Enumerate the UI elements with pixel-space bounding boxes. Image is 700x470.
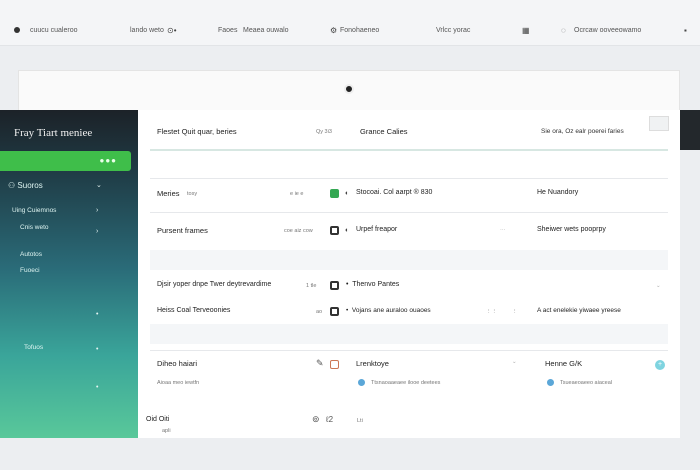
row3-mid[interactable]: • Thenvo Pantes (346, 281, 399, 288)
toggle-icon[interactable]: ⊙• (167, 26, 177, 35)
row2-more-icon[interactable]: ⋯ (500, 228, 506, 234)
card3-sub: Tsueaeoaeeo aiaceal (560, 380, 612, 386)
footer-mid: Lti (357, 418, 363, 424)
edit-icon[interactable]: ✎ (316, 358, 324, 369)
card1-checkbox[interactable] (330, 360, 339, 369)
row2-info-icon: ◐ (345, 227, 350, 234)
card1-title[interactable]: Diheo haiari (157, 359, 197, 368)
row2-checkbox[interactable] (330, 226, 339, 235)
toolbar-item-5[interactable]: Fonohaeneo (340, 27, 379, 34)
row4-drag-icon[interactable]: ⋮ (512, 309, 518, 315)
row1-right[interactable]: He Nuandory (537, 189, 578, 196)
sidebar-item-3[interactable]: Autotos (20, 251, 42, 258)
row3-chevron-icon[interactable]: ⌄ (656, 283, 661, 289)
sidebar: Fray Tiart meniee ●●● ⚇ Suoros ⌄ Uing Cu… (0, 110, 138, 438)
footer-left-sub: apli (162, 428, 171, 434)
row2-meta: coe aiz cow (284, 228, 313, 234)
sidebar-item-2[interactable]: Cnis weto (20, 224, 49, 231)
section-divider (150, 350, 668, 351)
main-content (138, 110, 680, 438)
card2-title[interactable]: Lrenktoye (356, 359, 389, 368)
row3-checkbox[interactable] (330, 281, 339, 290)
toolbar-item-4[interactable]: Meaea ouwalo (243, 27, 289, 34)
header-col1[interactable]: Flestet Quit quar, beries (157, 127, 237, 136)
toolbar-item-3[interactable]: Faoes (218, 27, 237, 34)
toolbar-item-7[interactable]: Ocrcaw ooveeowamo (574, 27, 641, 34)
more-icon[interactable]: ▪ (684, 26, 687, 35)
card2-more-icon[interactable]: ⌄ (512, 359, 517, 365)
row3-title[interactable]: Djsir yoper dnpe Twer deytrevardime (157, 281, 271, 288)
row4-more-icon[interactable]: ⋮⋮ (486, 309, 497, 315)
card1-sub: Aioaa meo iewtfn (157, 380, 200, 386)
row1-meta: e ie e (290, 191, 304, 197)
row4-meta: ao (316, 309, 323, 315)
toolbar-item-1[interactable]: cuucu cualeroo (30, 27, 77, 34)
window-edge (680, 110, 700, 150)
more-dots-icon[interactable]: ●●● (100, 156, 118, 165)
window-chrome (18, 70, 680, 110)
row3-meta: 1 tle (306, 283, 317, 289)
add-button[interactable]: + (655, 360, 665, 370)
top-toolbar: cuucu cualeroo lando weto ⊙• Faoes Meaea… (0, 0, 700, 46)
row1-info-icon: ◐ (345, 190, 350, 197)
row1-mid[interactable]: Stocoai. Col aarpt ® 830 (356, 189, 432, 196)
card2-sub: Ttsnaoaaeaee ilooe deetees (371, 380, 441, 386)
empty-row (150, 324, 668, 344)
sidebar-item-4[interactable]: Fuoeci (20, 267, 40, 274)
header-col2[interactable]: Grance Calies (360, 127, 408, 136)
thumbnail-icon[interactable] (649, 116, 669, 131)
record-dot-icon[interactable] (344, 84, 354, 94)
grid-icon[interactable]: ▦ (522, 26, 530, 35)
row1-checkbox[interactable] (330, 189, 339, 198)
row-divider (150, 212, 668, 213)
header-col3[interactable]: Sie ora, Oz ealr poerei faries (541, 128, 624, 135)
row2-right[interactable]: Sheiwer wets pooprpy (537, 226, 606, 233)
row-divider (150, 178, 668, 179)
header-divider (150, 149, 668, 151)
card2-bullet-icon (358, 379, 365, 386)
row4-title[interactable]: Heiss Coal Terveoonies (157, 307, 230, 314)
settings-icon[interactable]: ⚙ (330, 26, 337, 35)
dot-indicator-icon: • (96, 311, 99, 318)
card3-bullet-icon (547, 379, 554, 386)
sidebar-title: Fray Tiart meniee (14, 127, 93, 139)
pin-icon[interactable]: ◌ (561, 26, 566, 35)
row1-title[interactable]: Meries (157, 189, 180, 198)
sidebar-item-5[interactable]: Tofuos (24, 344, 43, 351)
empty-row (150, 250, 668, 270)
chevron-right-icon[interactable]: › (96, 228, 98, 235)
chevron-right-icon[interactable]: › (96, 207, 98, 214)
header-col1-count: Qy 3i3 (316, 129, 332, 135)
card3-title[interactable]: Henne G/K (545, 359, 582, 368)
toolbar-item-2[interactable]: lando weto (130, 27, 164, 34)
chevron-down-icon[interactable]: ⌄ (96, 181, 102, 189)
toolbar-item-6[interactable]: Vrlcc yorac (436, 27, 470, 34)
row1-sub: tosy (187, 191, 198, 197)
footer-icon[interactable]: ℓ2 (326, 415, 333, 424)
sync-icon[interactable]: ⊚ (312, 414, 320, 425)
sidebar-item-1[interactable]: Uing Cuiemnos (12, 207, 56, 214)
sidebar-section-label[interactable]: ⚇ Suoros (8, 181, 43, 190)
row4-checkbox[interactable] (330, 307, 339, 316)
row4-right[interactable]: A act enelekie yiwaee yreese (537, 307, 621, 314)
dot-indicator-icon: • (96, 346, 99, 353)
row4-mid[interactable]: • Vojans ane auraloo ouaoes (346, 307, 431, 314)
dot-indicator-icon: • (96, 384, 99, 391)
row2-mid[interactable]: Urpef freapor (356, 226, 397, 233)
row2-title[interactable]: Pursent frames (157, 226, 208, 235)
menu-dot-icon[interactable] (14, 27, 20, 33)
footer-left[interactable]: Oid Oiti (146, 416, 169, 423)
sidebar-active-item[interactable]: ●●● (0, 151, 131, 171)
